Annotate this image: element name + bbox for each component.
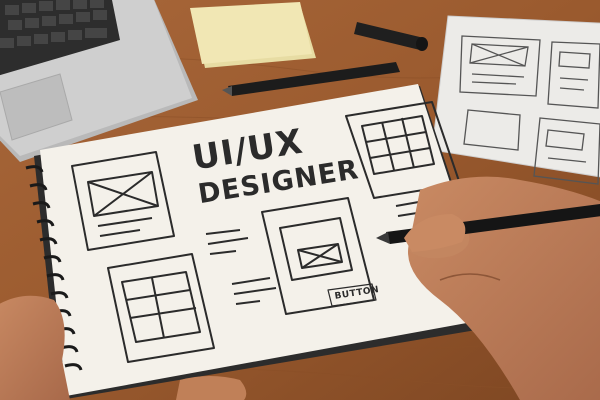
desk-scene (0, 0, 600, 400)
sticky-note (190, 2, 316, 68)
